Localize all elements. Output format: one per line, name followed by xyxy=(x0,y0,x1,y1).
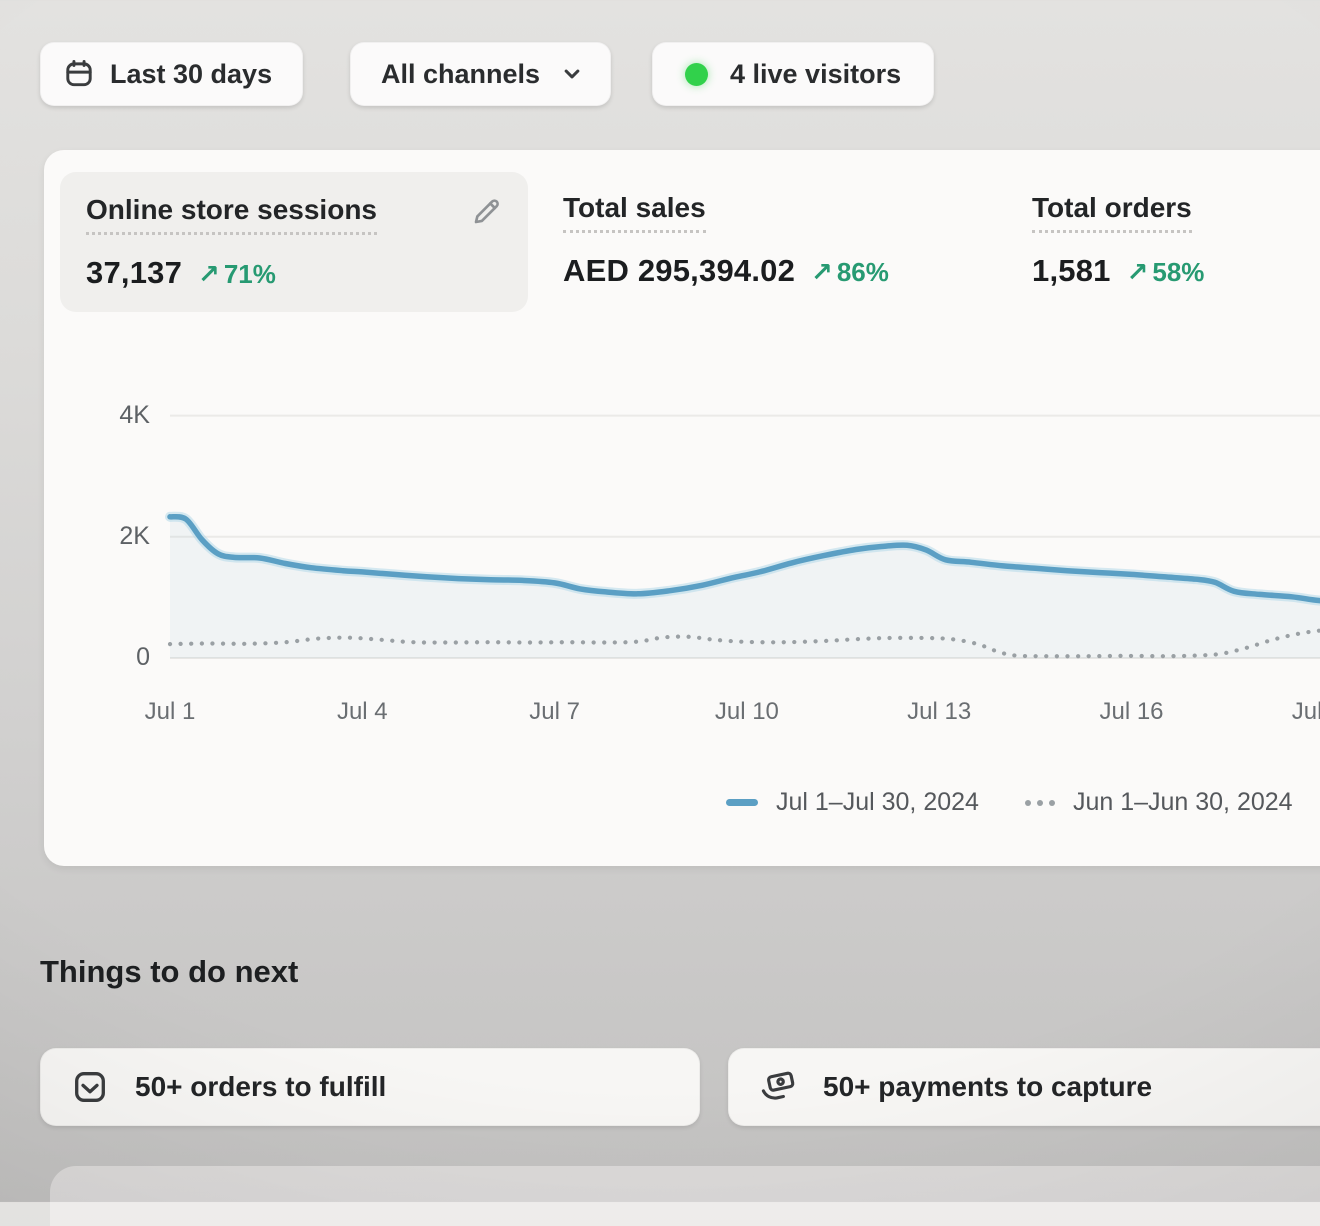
legend-label: Jul 1–Jul 30, 2024 xyxy=(776,788,979,817)
x-tick-label: Jul 10 xyxy=(677,698,817,726)
live-visitors-label: 4 live visitors xyxy=(730,59,901,90)
x-tick-label: Jul 1 xyxy=(100,698,240,726)
legend-label: Jun 1–Jun 30, 2024 xyxy=(1073,788,1293,817)
trend-up-icon: ↗ xyxy=(198,259,220,290)
chevron-down-icon xyxy=(558,60,586,88)
trend-up-icon: ↗ xyxy=(1127,257,1149,288)
legend-item-previous[interactable]: Jun 1–Jun 30, 2024 xyxy=(1025,788,1293,817)
y-tick-label: 4K xyxy=(72,401,150,430)
channels-dropdown[interactable]: All channels xyxy=(350,42,611,106)
legend-item-current[interactable]: Jul 1–Jul 30, 2024 xyxy=(726,788,979,817)
calendar-icon xyxy=(63,58,95,90)
next-section-card xyxy=(50,1166,1320,1226)
date-range-button[interactable]: Last 30 days xyxy=(40,42,303,106)
orders-icon xyxy=(71,1068,109,1106)
x-tick-label: Jul 7 xyxy=(485,698,625,726)
payments-icon xyxy=(759,1068,797,1106)
orders-to-fulfill-button[interactable]: 50+ orders to fulfill xyxy=(40,1048,700,1126)
edit-icon[interactable] xyxy=(470,196,502,228)
x-tick-label: Jul 4 xyxy=(292,698,432,726)
metric-label: Total orders xyxy=(1032,192,1192,233)
metric-change: ↗ 58% xyxy=(1127,257,1205,288)
metric-value: AED 295,394.02 xyxy=(563,253,795,289)
date-range-label: Last 30 days xyxy=(110,59,272,90)
metric-value: 37,137 xyxy=(86,255,182,291)
metric-online-store-sessions[interactable]: Online store sessions 37,137 ↗ 71% xyxy=(60,172,528,312)
metric-change: ↗ 86% xyxy=(811,257,889,288)
things-to-do-heading: Things to do next xyxy=(40,954,298,990)
analytics-card: Online store sessions 37,137 ↗ 71% Total… xyxy=(44,150,1320,866)
solid-line-swatch xyxy=(726,799,758,806)
metric-label: Total sales xyxy=(563,192,706,233)
y-tick-label: 0 xyxy=(72,643,150,672)
todo-label: 50+ payments to capture xyxy=(823,1071,1152,1103)
metric-total-orders[interactable]: Total orders 1,581 ↗ 58% xyxy=(1032,192,1204,289)
channels-label: All channels xyxy=(381,59,540,90)
y-tick-label: 2K xyxy=(72,522,150,551)
metric-change: ↗ 71% xyxy=(198,259,276,290)
trend-up-icon: ↗ xyxy=(811,257,833,288)
x-tick-label: Jul 16 xyxy=(1062,698,1202,726)
x-tick-label: Jul 19 xyxy=(1254,698,1320,726)
live-dot-icon xyxy=(685,63,708,86)
todo-label: 50+ orders to fulfill xyxy=(135,1071,386,1103)
metric-value: 1,581 xyxy=(1032,253,1111,289)
live-visitors-button[interactable]: 4 live visitors xyxy=(652,42,934,106)
sessions-area-fill xyxy=(170,517,1320,658)
payments-to-capture-button[interactable]: 50+ payments to capture xyxy=(728,1048,1320,1126)
chart-legend: Jul 1–Jul 30, 2024 Jun 1–Jun 30, 2024 xyxy=(726,788,1293,817)
metric-label: Online store sessions xyxy=(86,194,377,235)
sessions-line-chart[interactable] xyxy=(44,380,1320,720)
x-tick-label: Jul 13 xyxy=(869,698,1009,726)
metric-total-sales[interactable]: Total sales AED 295,394.02 ↗ 86% xyxy=(563,192,889,289)
dotted-line-swatch xyxy=(1025,800,1055,806)
